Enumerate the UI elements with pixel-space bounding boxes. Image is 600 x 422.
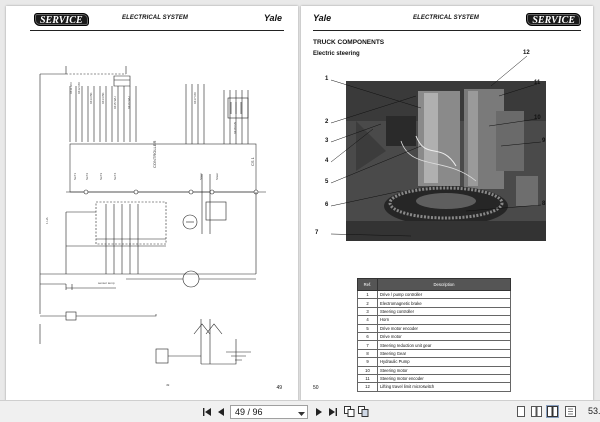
- table-cell-ref: 11: [357, 373, 378, 384]
- table-cell-description: Drive motor encoder: [377, 323, 511, 333]
- svg-text:1 HA: 1 HA: [45, 217, 49, 224]
- table-cell-ref: 5: [357, 323, 378, 333]
- page-header: SERVICE ELECTRICAL SYSTEM Yale: [30, 13, 284, 31]
- diagram-label-cs1: CS 1: [250, 156, 255, 166]
- table-cell-description: Steering Gear: [377, 348, 511, 359]
- table-cell-ref: 2: [357, 298, 378, 308]
- callout-3: 3: [325, 138, 329, 144]
- table-cell-ref: 9: [357, 357, 378, 367]
- table-body: 1 Drive / pump controller 2 Electromagnetic…: [357, 289, 511, 392]
- table-row: 10 Steering motor: [357, 365, 511, 375]
- svg-text:0414 BK: 0414 BK: [101, 92, 105, 104]
- table-row: 11 Steering motor encoder: [357, 373, 511, 384]
- svg-text:0416 WH: 0416 WH: [127, 96, 131, 109]
- next-page-icon[interactable]: [312, 405, 325, 418]
- svg-text:SeT4: SeT4: [113, 172, 117, 180]
- table-cell-description: Steering controller: [377, 306, 511, 317]
- single-page-icon[interactable]: [514, 405, 527, 418]
- table-cell-description: Steering reduction unit gear: [377, 340, 511, 350]
- service-badge: SERVICE: [34, 13, 89, 26]
- callout-9: 9: [542, 138, 546, 144]
- svg-text:0415 WH: 0415 WH: [113, 96, 117, 109]
- table-cell-description: Steering motor encoder: [377, 373, 511, 384]
- page-49: SERVICE ELECTRICAL SYSTEM Yale 0411 RO 0…: [6, 6, 298, 400]
- table-row: 3 Steering controller: [357, 306, 511, 317]
- svg-text:0411 RO: 0411 RO: [69, 82, 73, 94]
- zoom-level[interactable]: 53.: [588, 406, 600, 416]
- diagram-label-controller: CONTROLLER: [152, 141, 157, 168]
- svg-text:SeT3: SeT3: [99, 172, 103, 180]
- table-row: 2 Electromagnetic brake: [357, 298, 511, 308]
- callout-10: 10: [534, 115, 541, 121]
- table-cell-description: Electromagnetic brake: [377, 298, 511, 308]
- callout-7: 7: [315, 230, 319, 236]
- header-title: ELECTRICAL SYSTEM: [122, 15, 188, 21]
- page-50: Yale ELECTRICAL SYSTEM SERVICE TRUCK COM…: [301, 6, 593, 400]
- page-number: 49: [276, 385, 282, 391]
- svg-text:0412 RO: 0412 RO: [77, 81, 81, 94]
- callout-1: 1: [325, 76, 329, 82]
- svg-text:SeT1: SeT1: [73, 172, 77, 180]
- table-row: 4 Horn: [357, 315, 511, 325]
- table-row: 6 Drive motor: [357, 331, 511, 342]
- svg-text:sensor temp: sensor temp: [98, 281, 115, 285]
- page-number: 50: [313, 385, 319, 391]
- table-row: 7 Steering reduction unit gear: [357, 340, 511, 350]
- svg-text:49: 49: [166, 383, 170, 387]
- callout-8: 8: [542, 201, 546, 207]
- table-cell-description: Lifting travel limit microswitch: [377, 382, 511, 392]
- callout-11: 11: [534, 80, 541, 86]
- scroll-view-icon[interactable]: [564, 405, 577, 418]
- table-cell-ref: 8: [357, 348, 378, 359]
- last-page-icon[interactable]: [326, 405, 339, 418]
- table-row: 9 Hydraulic Pump: [357, 357, 511, 367]
- table-row: 8 Steering Gear: [357, 348, 511, 359]
- two-page-icon[interactable]: [530, 405, 543, 418]
- table-cell-description: Drive / pump controller: [377, 289, 511, 300]
- table-row: 1 Drive / pump controller: [357, 289, 511, 300]
- leader-lines: [330, 55, 542, 237]
- callout-6: 6: [325, 202, 329, 208]
- continuous-icon[interactable]: [546, 405, 559, 418]
- table-cell-ref: 10: [357, 365, 378, 375]
- svg-text:Steer: Steer: [199, 173, 203, 180]
- callout-4: 4: [325, 158, 329, 164]
- fit-pages-icon[interactable]: [357, 405, 370, 418]
- table-row: 12 Lifting travel limit microswitch: [357, 382, 511, 392]
- reference-table: Ref. Description 1 Drive / pump controlle…: [357, 278, 511, 392]
- svg-text:0418 GN: 0418 GN: [233, 122, 237, 134]
- table-cell-description: Hydraulic Pump: [377, 357, 511, 367]
- table-row: 5 Drive motor encoder: [357, 323, 511, 333]
- document-viewer[interactable]: SERVICE ELECTRICAL SYSTEM Yale 0411 RO 0…: [0, 0, 600, 400]
- table-header-description: Description: [377, 278, 511, 291]
- page-number-input[interactable]: 49 / 96: [230, 405, 308, 419]
- table-cell-description: Horn: [377, 315, 511, 325]
- chevron-down-icon[interactable]: [298, 409, 305, 419]
- svg-text:0417 RD: 0417 RD: [193, 91, 197, 104]
- svg-text:Steer: Steer: [215, 173, 219, 180]
- callout-2: 2: [325, 119, 329, 125]
- copy-pages-icon[interactable]: [343, 405, 356, 418]
- prev-page-icon[interactable]: [214, 405, 227, 418]
- table-cell-ref: 1: [357, 289, 378, 300]
- table-cell-ref: 4: [357, 315, 378, 325]
- callout-5: 5: [325, 179, 329, 185]
- viewer-toolbar: 49 / 96 53.: [0, 400, 600, 422]
- table-cell-description: Drive motor: [377, 331, 511, 342]
- svg-text:SeT2: SeT2: [85, 172, 89, 180]
- table-cell-ref: 6: [357, 331, 378, 342]
- first-page-icon[interactable]: [200, 405, 213, 418]
- table-cell-ref: 12: [357, 382, 378, 392]
- yale-logo: Yale: [263, 13, 282, 23]
- table-cell-ref: 7: [357, 340, 378, 350]
- table-cell-description: Steering motor: [377, 365, 511, 375]
- svg-text:0413 BK: 0413 BK: [89, 92, 93, 104]
- wiring-diagram: 0411 RO 0412 RO 0413 BK 0414 BK 0415 WH …: [39, 66, 266, 387]
- table-header-row: Ref. Description: [357, 278, 511, 291]
- callout-12: 12: [523, 50, 530, 56]
- page-indicator: 49 / 96: [235, 407, 263, 417]
- table-cell-ref: 3: [357, 306, 378, 317]
- table-header-ref: Ref.: [357, 278, 378, 291]
